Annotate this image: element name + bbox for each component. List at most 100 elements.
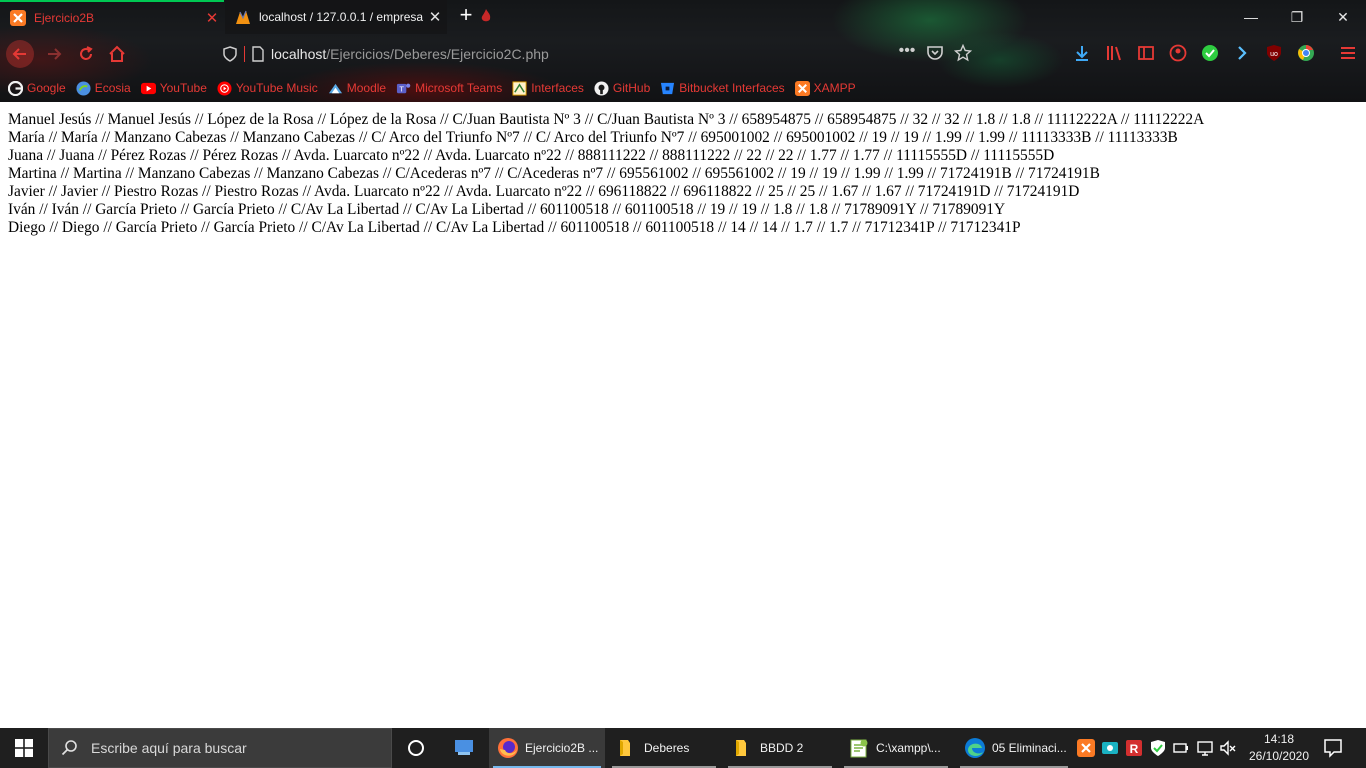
bookmark-youtube-music[interactable]: YouTube Music	[217, 80, 318, 96]
taskbar-app-deberes[interactable]: Deberes	[608, 728, 720, 768]
new-tab-button[interactable]: +	[454, 4, 478, 28]
defender-icon[interactable]	[1149, 739, 1167, 757]
bookmark-ecosia[interactable]: Ecosia	[76, 80, 131, 96]
xampp-icon	[794, 80, 810, 96]
search-icon	[61, 740, 77, 756]
taskbar-app-firefox[interactable]: Ejercicio2B ...	[489, 728, 605, 768]
bookmark-bitbucket[interactable]: Bitbucket Interfaces	[660, 81, 785, 96]
github-icon	[594, 80, 609, 96]
xampp-icon	[10, 10, 26, 26]
taskbar-app-bbdd2[interactable]: BBDD 2	[724, 728, 836, 768]
taskbar: Escribe aquí para buscar Ejercicio2B ...…	[0, 728, 1366, 768]
clock-date: 26/10/2020	[1248, 749, 1310, 763]
youtube-icon	[140, 82, 156, 94]
pocket-icon[interactable]	[926, 44, 944, 62]
browser-chrome: Ejercicio2B ✕ localhost / 127.0.0.1 / em…	[0, 0, 1366, 102]
taskbar-app-label: C:\xampp\...	[876, 741, 941, 755]
volume-muted-icon[interactable]	[1219, 739, 1237, 757]
bookmark-label: Interfaces	[531, 81, 584, 95]
record-line: Martina // Martina // Manzano Cabezas //…	[8, 165, 1100, 182]
back-button[interactable]	[6, 40, 34, 68]
taskbar-app-notepad[interactable]: C:\xampp\...	[840, 728, 952, 768]
reload-button[interactable]	[72, 40, 100, 68]
record-line: Iván // Iván // García Prieto // García …	[8, 201, 1006, 218]
bookmark-youtube[interactable]: YouTube	[140, 81, 207, 96]
bitbucket-icon	[661, 82, 675, 94]
url-host: localhost	[271, 46, 327, 62]
edge-icon	[965, 738, 985, 758]
page-icon[interactable]	[251, 46, 265, 62]
xampp-icon[interactable]	[1077, 739, 1095, 757]
system-clock[interactable]: 14:18 26/10/2020	[1238, 731, 1320, 765]
bookmark-interfaces[interactable]: Interfaces	[512, 80, 584, 96]
interfaces-icon	[512, 80, 527, 96]
taskbar-app-label: BBDD 2	[760, 741, 804, 755]
cortana-icon[interactable]	[404, 736, 428, 760]
ublock-icon[interactable]: uo	[1265, 44, 1283, 62]
close-icon[interactable]: ✕	[200, 9, 224, 27]
folder-icon	[620, 740, 630, 756]
url-text[interactable]: localhost/Ejercicios/Deberes/Ejercicio2C…	[271, 46, 549, 62]
bookmark-teams[interactable]: T Microsoft Teams	[396, 81, 502, 96]
bookmark-github[interactable]: GitHub	[594, 80, 651, 96]
chrome-icon[interactable]	[1297, 44, 1315, 62]
search-placeholder: Escribe aquí para buscar	[91, 740, 247, 756]
bookmark-label: GitHub	[612, 81, 651, 95]
notification-icon[interactable]	[1320, 736, 1346, 760]
eye-icon[interactable]	[1101, 739, 1119, 757]
url-divider	[244, 46, 245, 62]
close-icon[interactable]: ✕	[423, 8, 447, 26]
windows-icon	[15, 739, 33, 757]
record-line: Manuel Jesús // Manuel Jesús // López de…	[8, 111, 1205, 128]
page-actions-icon[interactable]: •••	[898, 43, 916, 62]
bookmark-label: Google	[27, 81, 66, 95]
menu-icon[interactable]	[1339, 44, 1357, 62]
start-button[interactable]	[0, 728, 48, 768]
home-button[interactable]	[103, 40, 131, 68]
minimize-button[interactable]: —	[1236, 6, 1266, 28]
battery-icon[interactable]	[1172, 739, 1190, 757]
flame-icon	[481, 9, 491, 22]
taskbar-app-edge[interactable]: 05 Eliminaci...	[956, 728, 1072, 768]
r-app-icon[interactable]: R	[1125, 739, 1143, 757]
task-view-icon[interactable]	[452, 736, 478, 760]
tab-ejercicio2b[interactable]: Ejercicio2B ✕	[0, 0, 224, 34]
moodle-icon	[328, 83, 342, 93]
shield-icon[interactable]	[222, 46, 238, 62]
bookmark-xampp[interactable]: XAMPP	[794, 80, 856, 96]
library-icon[interactable]	[1105, 44, 1123, 62]
bookmark-google[interactable]: Google	[8, 80, 66, 96]
taskbar-search[interactable]: Escribe aquí para buscar	[48, 728, 392, 768]
clock-time: 14:18	[1263, 732, 1295, 746]
teams-icon: T	[397, 83, 411, 93]
svg-text:uo: uo	[1270, 51, 1278, 58]
google-icon	[8, 80, 23, 96]
taskbar-app-label: 05 Eliminaci...	[992, 741, 1067, 755]
account-icon[interactable]	[1169, 44, 1187, 62]
url-bar[interactable]: localhost/Ejercicios/Deberes/Ejercicio2C…	[222, 40, 992, 68]
chevron-right-icon[interactable]	[1233, 44, 1251, 62]
record-line: Diego // Diego // García Prieto // Garcí…	[8, 219, 1021, 236]
restore-button[interactable]: ❐	[1282, 6, 1312, 28]
ecosia-icon	[76, 80, 91, 96]
home-icon	[109, 45, 125, 62]
arrow-left-icon	[12, 48, 26, 60]
bookmark-label: Bitbucket Interfaces	[679, 81, 785, 95]
bookmarks-bar: Google Ecosia YouTube YouTube Music Mood…	[8, 79, 866, 97]
taskbar-app-label: Ejercicio2B ...	[525, 741, 599, 755]
forward-button[interactable]	[40, 40, 68, 68]
bookmark-moodle[interactable]: Moodle	[328, 81, 386, 96]
sidebar-icon[interactable]	[1137, 44, 1155, 62]
firefox-icon	[498, 738, 518, 758]
tab-label: localhost / 127.0.0.1 / empresa	[259, 10, 423, 24]
download-icon[interactable]	[1073, 44, 1091, 62]
phpmyadmin-icon	[236, 10, 250, 24]
star-icon[interactable]	[954, 44, 972, 62]
record-line: Javier // Javier // Piestro Rozas // Pie…	[8, 183, 1080, 200]
close-window-button[interactable]: ✕	[1328, 6, 1358, 28]
check-extension-icon[interactable]	[1201, 44, 1219, 62]
tab-phpmyadmin[interactable]: localhost / 127.0.0.1 / empresa ✕	[225, 0, 447, 34]
network-icon[interactable]	[1196, 739, 1214, 757]
arrow-right-icon	[48, 48, 62, 60]
url-path: /Ejercicios/Deberes/Ejercicio2C.php	[326, 46, 549, 62]
